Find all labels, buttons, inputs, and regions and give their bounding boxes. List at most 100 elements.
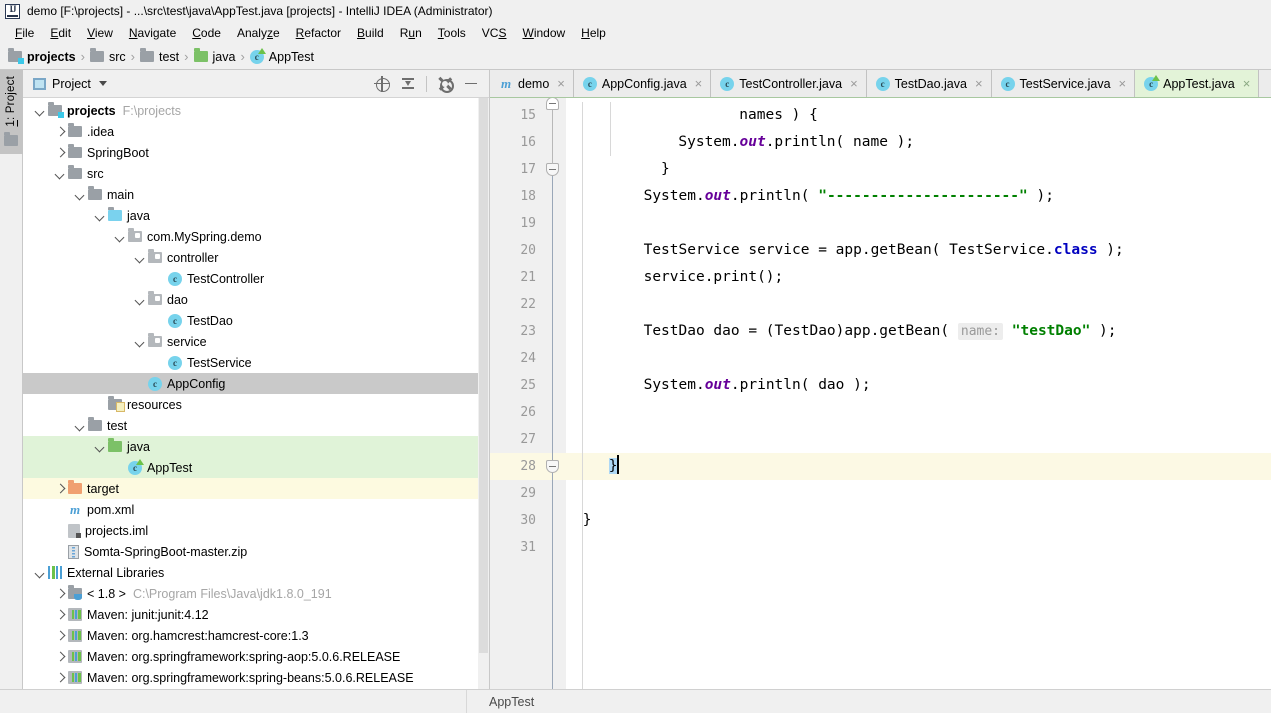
editor-tab-appconfig-java[interactable]: c AppConfig.java × (573, 70, 712, 97)
chevron-right-icon[interactable] (53, 629, 66, 642)
tree-node-com-myspring-demo[interactable]: com.MySpring.demo (23, 226, 489, 247)
editor-gutter[interactable]: 15 16 17 18 19 20 21 22 23 24 25 26 27 28 29 30 31 (490, 98, 566, 689)
menu-item-file[interactable]: File (7, 24, 42, 42)
tree-node--1-8-[interactable]: < 1.8 > C:\Program Files\Java\jdk1.8.0_19… (23, 583, 489, 604)
fold-marker-top[interactable] (546, 98, 559, 110)
tree-node-target[interactable]: target (23, 478, 489, 499)
tree-node-testcontroller[interactable]: c TestController (23, 268, 489, 289)
tree-node-testdao[interactable]: c TestDao (23, 310, 489, 331)
menu-item-refactor[interactable]: Refactor (288, 24, 349, 42)
tree-node-apptest[interactable]: c AppTest (23, 457, 489, 478)
chevron-down-icon[interactable] (133, 335, 146, 348)
close-icon[interactable]: × (557, 76, 565, 91)
locate-icon[interactable] (374, 75, 390, 92)
intellij-logo-icon (5, 3, 20, 19)
menu-item-edit[interactable]: Edit (42, 24, 79, 42)
tree-node-projects[interactable]: projects F:\projects (23, 100, 489, 121)
fold-marker[interactable] (546, 460, 559, 473)
project-tree-scrollbar[interactable] (478, 98, 489, 689)
chevron-right-icon[interactable] (53, 587, 66, 600)
chevron-down-icon[interactable] (33, 566, 46, 579)
menu-item-analyze[interactable]: Analyze (229, 24, 288, 42)
tree-node-maven-org-hamcrest-hamcrest-core-1-3[interactable]: Maven: org.hamcrest:hamcrest-core:1.3 (23, 625, 489, 646)
tree-node-label: java (127, 439, 150, 454)
tree-node-resources[interactable]: resources (23, 394, 489, 415)
editor-tab-label: TestDao.java (894, 76, 967, 91)
minimize-icon[interactable] (463, 76, 479, 92)
tree-node-maven-junit-junit-4-12[interactable]: Maven: junit:junit:4.12 (23, 604, 489, 625)
tool-window-button-project[interactable]: 1: Project (0, 70, 23, 154)
chevron-right-icon[interactable] (53, 482, 66, 495)
menu-item-run[interactable]: Run (392, 24, 430, 42)
code-text-area[interactable]: names ) {System.out.println( name );} Sys… (566, 98, 1271, 689)
close-icon[interactable]: × (975, 76, 983, 91)
tree-node--idea[interactable]: .idea (23, 121, 489, 142)
tree-node-appconfig[interactable]: c AppConfig (23, 373, 489, 394)
chevron-down-icon[interactable] (133, 251, 146, 264)
menu-item-navigate[interactable]: Navigate (121, 24, 184, 42)
chevron-down-icon[interactable] (93, 209, 106, 222)
breadcrumb-item-test[interactable]: test (140, 48, 179, 64)
close-icon[interactable]: × (850, 76, 858, 91)
menu-item-tools[interactable]: Tools (430, 24, 474, 42)
breadcrumb-item-src[interactable]: src (89, 48, 126, 64)
editor-tab-testservice-java[interactable]: c TestService.java × (991, 70, 1136, 97)
chevron-down-icon[interactable] (33, 104, 46, 117)
editor-tab-testdao-java[interactable]: c TestDao.java × (866, 70, 992, 97)
chevron-right-icon[interactable] (53, 650, 66, 663)
tree-node-maven-org-springframework-spring-beans-5-0-6-release[interactable]: Maven: org.springframework:spring-beans:… (23, 667, 489, 688)
menu-item-vcs[interactable]: VCS (474, 24, 515, 42)
close-icon[interactable]: × (1243, 76, 1251, 91)
chevron-down-icon[interactable] (53, 167, 66, 180)
breadcrumb-item-apptest[interactable]: c AppTest (249, 47, 314, 64)
editor-tab-label: AppTest.java (1163, 76, 1235, 91)
chevron-down-icon[interactable] (73, 419, 86, 432)
tree-node-maven-org-springframework-spring-context-5-0-6-release[interactable]: Maven: org.springframework:spring-contex… (23, 688, 489, 689)
tree-node-external-libraries[interactable]: External Libraries (23, 562, 489, 583)
chevron-right-icon[interactable] (53, 608, 66, 621)
project-tree-scrollbar-thumb[interactable] (479, 98, 488, 653)
fold-marker[interactable] (546, 163, 559, 176)
jdk-icon (68, 585, 82, 600)
tree-node-service[interactable]: service (23, 331, 489, 352)
tree-node-main[interactable]: main (23, 184, 489, 205)
menu-item-window[interactable]: Window (514, 24, 573, 42)
project-view-selector[interactable]: Project (33, 77, 107, 91)
menu-item-help[interactable]: Help (573, 24, 614, 42)
package-icon (148, 291, 162, 305)
menu-item-code[interactable]: Code (184, 24, 229, 42)
tree-node-maven-org-springframework-spring-aop-5-0-6-release[interactable]: Maven: org.springframework:spring-aop:5.… (23, 646, 489, 667)
chevron-right-icon[interactable] (53, 125, 66, 138)
tree-node-java[interactable]: java (23, 436, 489, 457)
tree-node-testservice[interactable]: c TestService (23, 352, 489, 373)
tree-node-test[interactable]: test (23, 415, 489, 436)
tree-node-java[interactable]: java (23, 205, 489, 226)
close-icon[interactable]: × (1119, 76, 1127, 91)
breadcrumb-item-java[interactable]: java (193, 48, 235, 64)
tree-node-pom-xml[interactable]: m pom.xml (23, 499, 489, 520)
chevron-down-icon[interactable] (73, 188, 86, 201)
editor-tab-apptest-java[interactable]: c AppTest.java × (1135, 70, 1260, 97)
tree-node-controller[interactable]: controller (23, 247, 489, 268)
chevron-down-icon[interactable] (98, 81, 107, 86)
collapse-all-icon[interactable] (400, 76, 416, 92)
gear-icon[interactable] (437, 76, 454, 93)
chevron-down-icon[interactable] (133, 293, 146, 306)
tree-node-somta-springboot-master-zip[interactable]: Somta-SpringBoot-master.zip (23, 541, 489, 562)
tree-node-dao[interactable]: dao (23, 289, 489, 310)
tree-node-springboot[interactable]: SpringBoot (23, 142, 489, 163)
chevron-right-icon[interactable] (53, 146, 66, 159)
menu-item-view[interactable]: View (79, 24, 121, 42)
tree-node-projects-iml[interactable]: projects.iml (23, 520, 489, 541)
breadcrumb-item-projects[interactable]: projects (8, 48, 76, 64)
close-icon[interactable]: × (695, 76, 703, 91)
chevron-right-icon[interactable] (53, 671, 66, 684)
editor-tab-testcontroller-java[interactable]: c TestController.java × (711, 70, 867, 97)
gutter-separator (552, 98, 553, 689)
tree-node-src[interactable]: src (23, 163, 489, 184)
editor-tab-demo[interactable]: m demo × (490, 70, 574, 97)
code-editor[interactable]: 15 16 17 18 19 20 21 22 23 24 25 26 27 28 29 30 31 names… (490, 98, 1271, 689)
chevron-down-icon[interactable] (93, 440, 106, 453)
menu-item-build[interactable]: Build (349, 24, 392, 42)
chevron-down-icon[interactable] (113, 230, 126, 243)
